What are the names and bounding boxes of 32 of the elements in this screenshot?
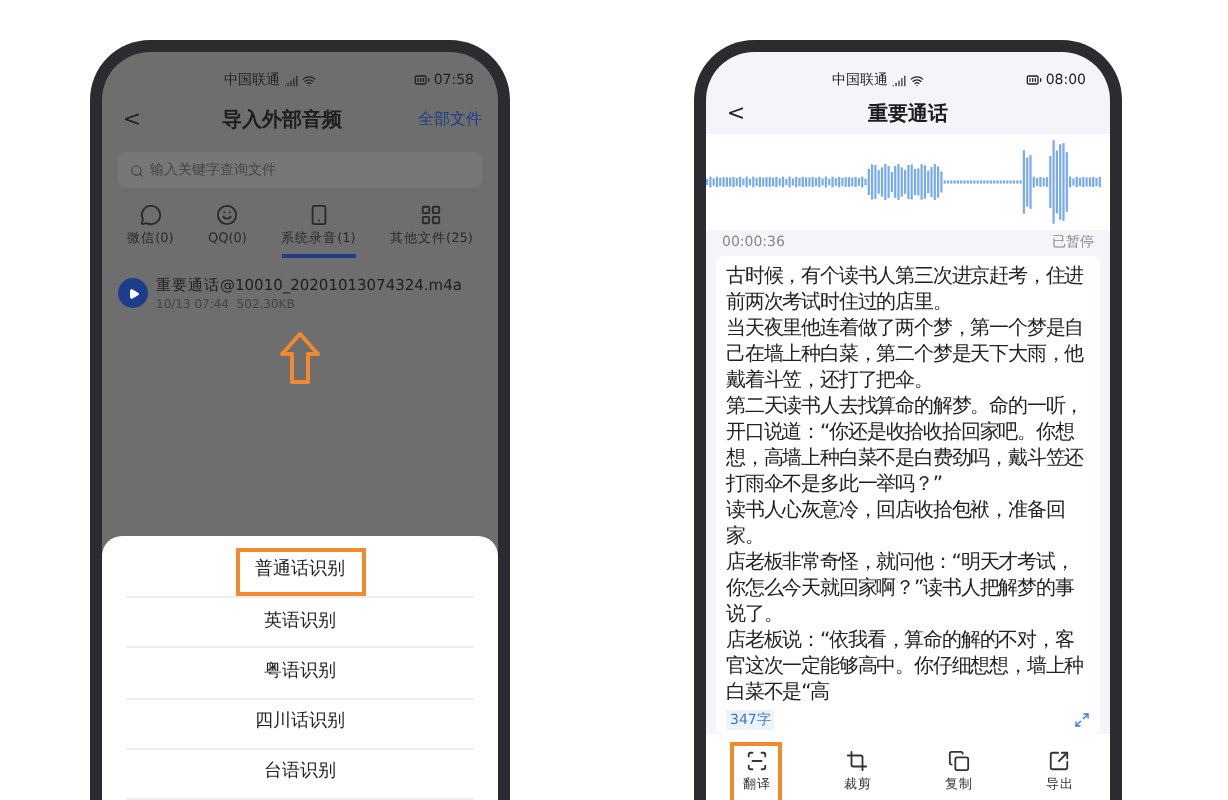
transcript-paragraph: 店老板非常奇怪，就问他：“明天才考试，你怎么今天就回家啊？”读书人把解梦的事说了。 bbox=[726, 549, 1076, 628]
recognition-option[interactable]: 英语识别 bbox=[244, 599, 356, 647]
scan-icon bbox=[745, 750, 768, 773]
signal-icon bbox=[283, 73, 298, 87]
transcript-paragraph: 第二天读书人去找算命的解梦。命的一听，开口说道：“你还是收拾收拾回家吧。你想想，高墙上种白菜不是白费劲吗，戴斗笠还打雨伞不是多此一举吗？” bbox=[726, 393, 1086, 498]
transcript-paragraph: 古时候，有个读书人第三次进京赶考，住进前两次考试时住过的店里。 bbox=[726, 263, 1086, 316]
screen-title: 重要通话 bbox=[866, 101, 950, 131]
play-icon bbox=[118, 278, 148, 309]
chat-bubble-icon bbox=[139, 204, 162, 226]
recognition-option[interactable]: 粤语识别 bbox=[244, 649, 356, 697]
copy-icon bbox=[947, 750, 970, 773]
wifi-icon bbox=[301, 73, 316, 87]
wifi-icon bbox=[909, 73, 924, 87]
battery-icon bbox=[413, 72, 430, 88]
up-arrow-icon bbox=[278, 330, 322, 386]
export-icon bbox=[1048, 750, 1071, 773]
recognition-option[interactable]: 四川话识别 bbox=[235, 699, 365, 747]
expand-icon[interactable] bbox=[1074, 712, 1090, 728]
battery-icon bbox=[1025, 72, 1042, 88]
phone-icon bbox=[307, 204, 330, 226]
transcript-paragraph: 读书人心灰意冷，回店收拾包袱，准备回家。 bbox=[726, 497, 1067, 550]
smiley-icon bbox=[216, 204, 239, 226]
transcript-paragraph: 店老板说：“依我看，算命的解的不对，客官这次一定能够高中。你仔细想想，墙上种白菜不是“高 bbox=[726, 627, 1086, 706]
grid-icon bbox=[420, 204, 443, 226]
recognition-option[interactable]: 台语识别 bbox=[244, 750, 356, 798]
signal-icon bbox=[891, 73, 906, 87]
screen-title: 导入外部音频 bbox=[222, 106, 342, 135]
search-icon bbox=[130, 163, 144, 177]
back-button[interactable]: < bbox=[722, 98, 750, 132]
crop-icon bbox=[846, 750, 869, 773]
recognition-option[interactable]: 普通话识别 bbox=[235, 548, 365, 596]
transcript-paragraph: 当天夜里他连着做了两个梦，第一个梦是自己在墙上种白菜，第二个梦是天下大雨，他戴着斗笠，还打了把伞。 bbox=[726, 315, 1086, 394]
